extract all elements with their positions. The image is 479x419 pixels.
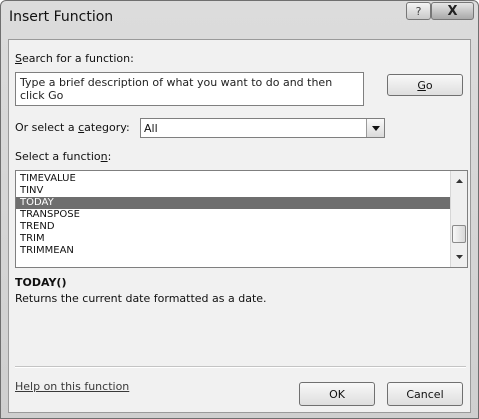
function-list-item[interactable]: TRIMMEAN <box>16 245 450 257</box>
scroll-down-button[interactable] <box>451 249 467 265</box>
cancel-button-label: Cancel <box>406 387 444 401</box>
go-button-label: Go <box>417 78 433 92</box>
function-signature: TODAY() <box>15 276 67 289</box>
title-bar[interactable]: Insert Function ? X <box>1 1 478 31</box>
close-button[interactable]: X <box>431 2 474 20</box>
search-label: Search for a function: <box>15 52 134 65</box>
scroll-down-icon <box>455 255 463 259</box>
function-list-item[interactable]: TIMEVALUE <box>16 173 450 185</box>
search-input[interactable]: Type a brief description of what you wan… <box>15 72 364 106</box>
insert-function-dialog: Insert Function ? X Search for a functio… <box>0 0 479 419</box>
category-select[interactable]: All <box>140 118 385 138</box>
function-list-item[interactable]: TINV <box>16 185 450 197</box>
function-list-item[interactable]: TREND <box>16 221 450 233</box>
go-button[interactable]: Go <box>387 74 463 96</box>
dialog-body: Search for a function: Type a brief desc… <box>8 39 471 413</box>
function-list-item[interactable]: TRIM <box>16 233 450 245</box>
function-description: Returns the current date formatted as a … <box>15 292 267 305</box>
scroll-up-icon <box>455 179 463 183</box>
search-input-text: Type a brief description of what you wan… <box>20 76 333 102</box>
scroll-up-button[interactable] <box>451 173 467 189</box>
scrollbar-thumb[interactable] <box>452 225 466 243</box>
triangle-down-icon <box>371 125 380 131</box>
close-icon: X <box>447 3 458 19</box>
footer-divider <box>15 366 466 368</box>
function-listbox[interactable]: TIMEVALUE TINV TODAY TRANSPOSE TREND TRI… <box>15 170 468 268</box>
category-selected-value: All <box>144 122 158 135</box>
category-label: Or select a category: <box>15 121 130 134</box>
ok-button-label: OK <box>329 387 345 401</box>
dialog-title: Insert Function <box>9 9 114 25</box>
function-list-item-selected[interactable]: TODAY <box>16 197 450 209</box>
function-list-item[interactable]: TRANSPOSE <box>16 209 450 221</box>
help-button[interactable]: ? <box>406 2 431 20</box>
ok-button[interactable]: OK <box>299 382 375 406</box>
cancel-button[interactable]: Cancel <box>387 382 463 406</box>
function-list-label: Select a function: <box>15 150 112 163</box>
question-mark-icon: ? <box>415 4 422 18</box>
dropdown-button[interactable] <box>366 119 384 137</box>
vertical-scrollbar[interactable] <box>450 171 467 267</box>
help-on-function-link[interactable]: Help on this function <box>15 380 129 393</box>
